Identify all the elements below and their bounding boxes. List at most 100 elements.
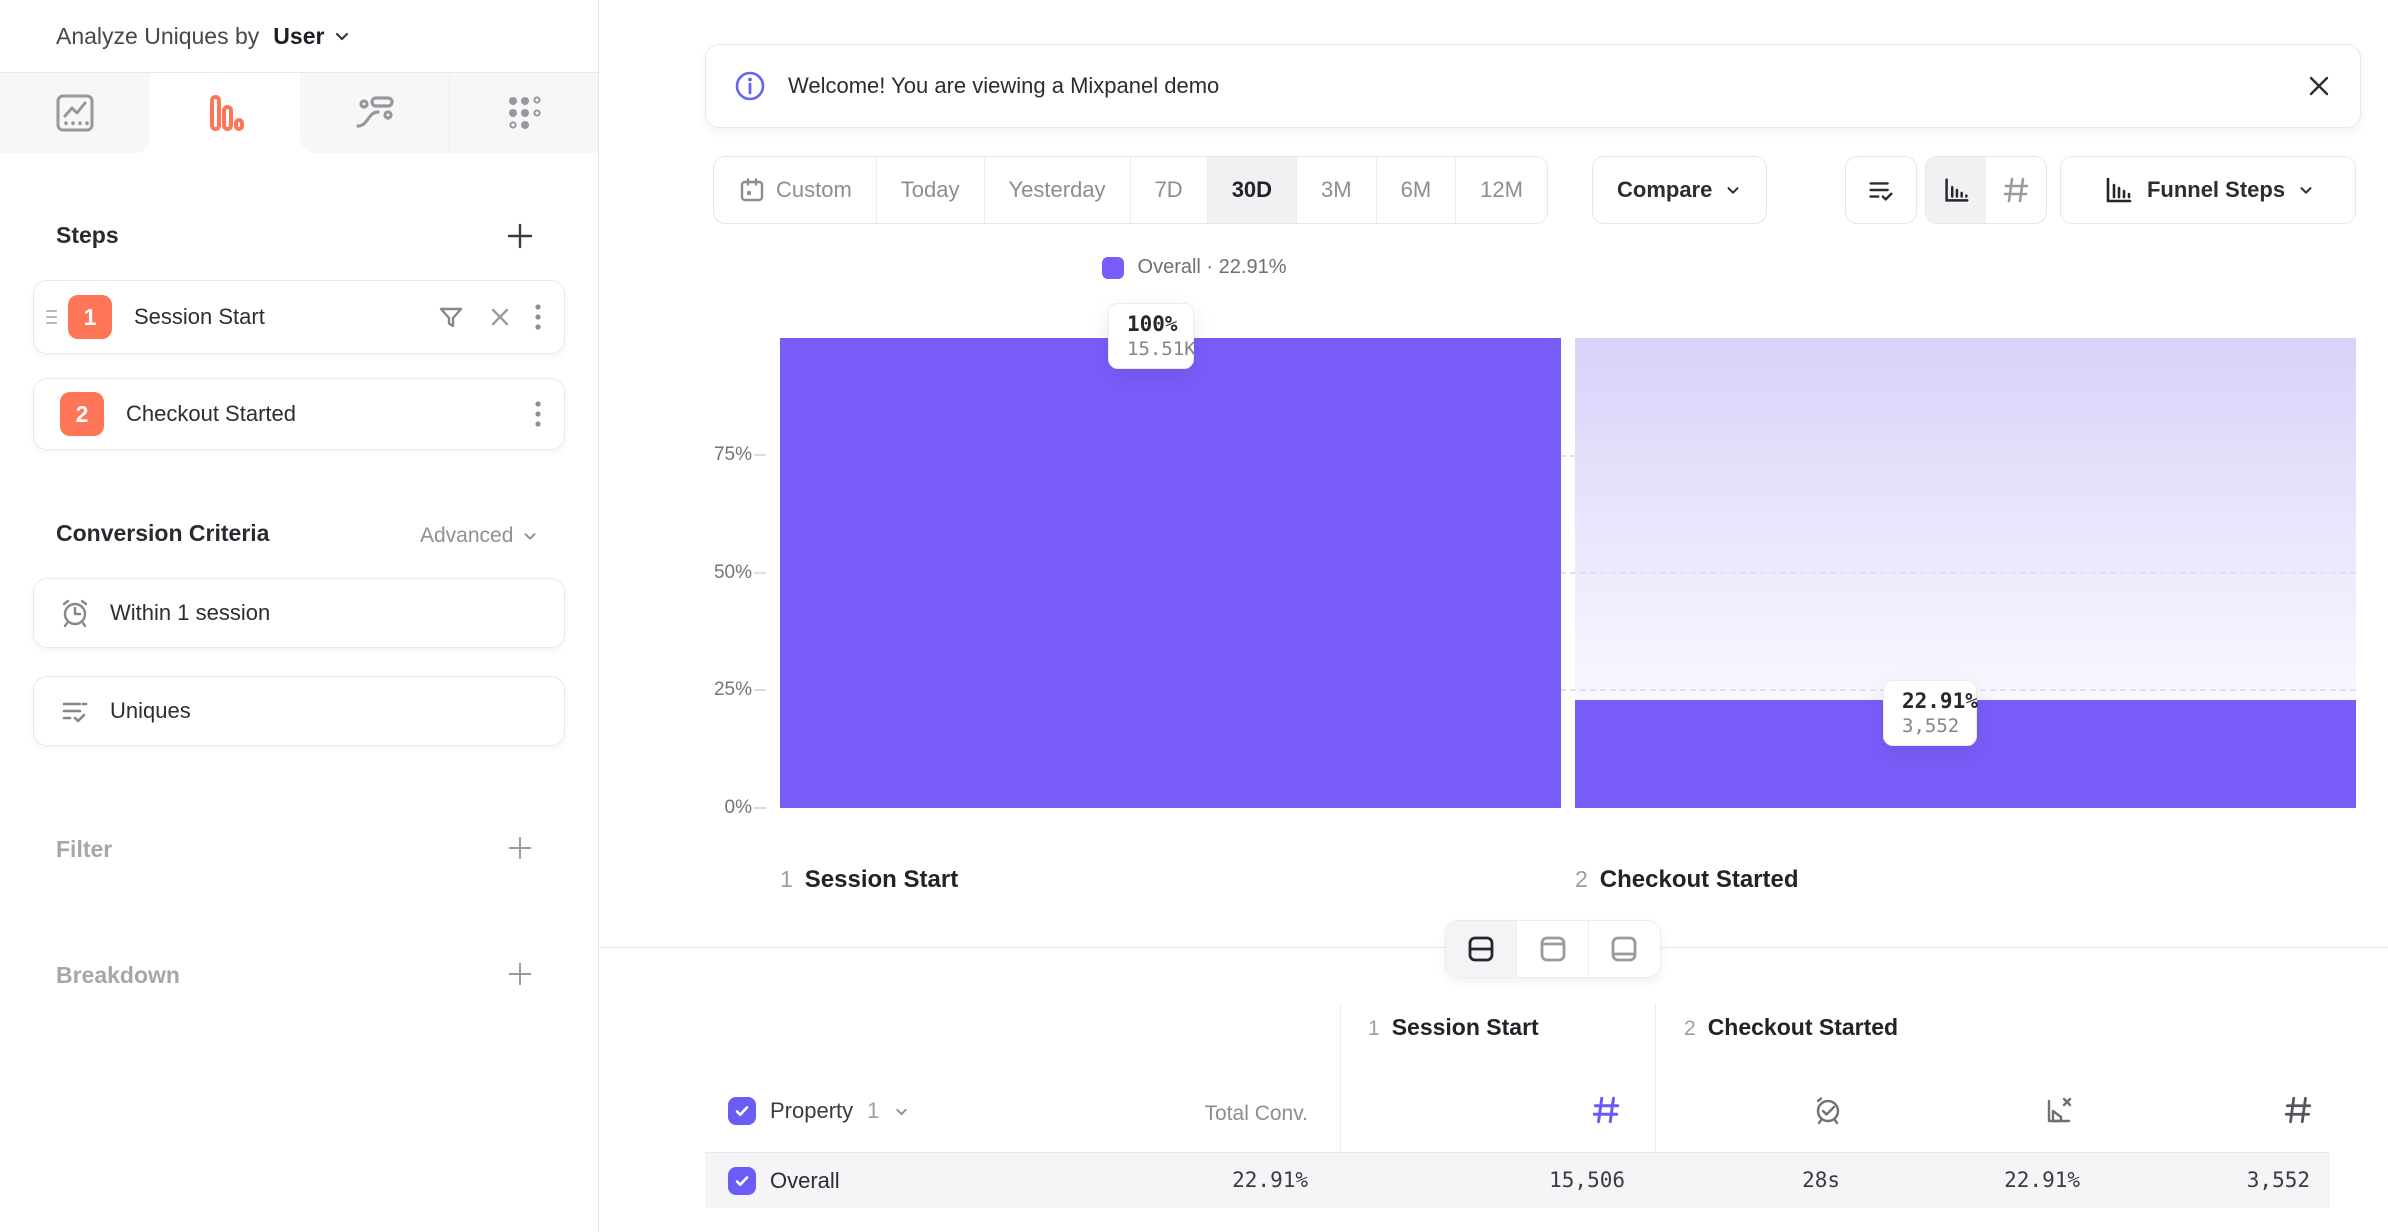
- group-name: Session Start: [1392, 1014, 1539, 1041]
- metrics-list-button[interactable]: [1845, 156, 1917, 224]
- toggle-number-view[interactable]: [1986, 157, 2046, 223]
- count-metric-icon-session[interactable]: [1590, 1094, 1622, 1126]
- add-step-button[interactable]: [502, 218, 538, 254]
- step-kebab-icon[interactable]: [534, 398, 542, 430]
- avg-time-icon[interactable]: [1811, 1093, 1845, 1127]
- sidebar: Analyze Uniques by User: [0, 0, 600, 1232]
- property-column-label[interactable]: Property: [770, 1098, 853, 1124]
- sidebar-divider: [598, 0, 599, 1232]
- range-label: Today: [901, 177, 960, 203]
- chevron-down-icon: [332, 26, 352, 46]
- conversion-criteria-title: Conversion Criteria: [56, 520, 269, 547]
- filter-section-title: Filter: [56, 836, 112, 863]
- value-display-toggle: [1925, 156, 2047, 224]
- row-checkbox[interactable]: [728, 1167, 756, 1195]
- step-card-1[interactable]: 1 Session Start: [33, 280, 565, 354]
- legend-label: Overall · 22.91%: [1138, 256, 1287, 279]
- bar-chart-icon: [1940, 174, 1972, 206]
- layout-split-view-button[interactable]: [1446, 921, 1517, 977]
- axis-tickmark: [754, 572, 766, 574]
- row-count: 3,552: [2165, 1168, 2310, 1192]
- drag-handle-icon[interactable]: [44, 306, 62, 328]
- range-label: 3M: [1321, 177, 1352, 203]
- funnel-steps-label: Funnel Steps: [2147, 177, 2285, 203]
- add-filter-button[interactable]: [502, 830, 538, 866]
- calendar-icon: [738, 176, 766, 204]
- step-name: Session Start: [805, 866, 958, 894]
- conversion-window-card[interactable]: Within 1 session: [33, 578, 565, 648]
- retention-grid-icon: [501, 90, 547, 136]
- alarm-clock-icon: [58, 596, 92, 630]
- banner-message: Welcome! You are viewing a Mixpanel demo: [788, 73, 2284, 99]
- step-name: Checkout Started: [1600, 866, 1799, 894]
- range-30d[interactable]: 30D: [1208, 157, 1297, 223]
- table-row-overall[interactable]: Overall 22.91% 15,506 28s 22.91% 3,552: [705, 1152, 2330, 1208]
- compare-button[interactable]: Compare: [1592, 156, 1767, 224]
- range-today[interactable]: Today: [877, 157, 985, 223]
- tooltip-count: 15.51K: [1127, 338, 1175, 360]
- layout-table-only-button[interactable]: [1589, 921, 1660, 977]
- range-6m[interactable]: 6M: [1377, 157, 1457, 223]
- steps-section-title: Steps: [56, 222, 119, 249]
- group-number: 2: [1684, 1017, 1696, 1041]
- range-3m[interactable]: 3M: [1297, 157, 1377, 223]
- range-label: 7D: [1155, 177, 1183, 203]
- tab-flows[interactable]: [300, 73, 449, 153]
- counting-method-card[interactable]: Uniques: [33, 676, 565, 746]
- analyze-entity-value: User: [273, 23, 324, 50]
- bar-value-tooltip: 22.91% 3,552: [1883, 680, 1977, 746]
- remove-step-icon[interactable]: [486, 303, 514, 331]
- funnel-bar-session-start[interactable]: [780, 338, 1561, 808]
- range-label: Yesterday: [1009, 177, 1106, 203]
- funnel-chart-icon: [2101, 173, 2135, 207]
- step-filter-icon[interactable]: [436, 302, 466, 332]
- analyze-header: Analyze Uniques by User: [56, 16, 352, 56]
- bar-value-tooltip: 100% 15.51K: [1108, 303, 1194, 369]
- funnel-chart-plot: [780, 338, 2356, 808]
- legend-item-overall[interactable]: Overall · 22.91%: [1102, 256, 1287, 279]
- tooltip-percent: 100%: [1127, 312, 1175, 336]
- add-breakdown-button[interactable]: [502, 956, 538, 992]
- advanced-dropdown[interactable]: Advanced: [420, 524, 539, 548]
- tab-insights[interactable]: [0, 73, 150, 153]
- total-conv-column-label[interactable]: Total Conv.: [1105, 1102, 1308, 1126]
- funnel-steps-dropdown[interactable]: Funnel Steps: [2060, 156, 2356, 224]
- property-number: 1: [867, 1098, 879, 1124]
- tooltip-percent: 22.91%: [1902, 689, 1958, 713]
- mixpanel-funnel-app: Analyze Uniques by User: [0, 0, 2388, 1232]
- chevron-down-icon: [2297, 181, 2315, 199]
- x-axis-step-label-2: 2 Checkout Started: [1575, 866, 1799, 894]
- layout-chart-only-button[interactable]: [1517, 921, 1588, 977]
- range-yesterday[interactable]: Yesterday: [985, 157, 1131, 223]
- tooltip-count: 3,552: [1902, 715, 1958, 737]
- analyze-prefix-label: Analyze Uniques by: [56, 23, 259, 50]
- range-12m[interactable]: 12M: [1456, 157, 1547, 223]
- tab-funnels[interactable]: [150, 73, 300, 153]
- flows-icon: [352, 90, 398, 136]
- step-kebab-icon[interactable]: [534, 301, 542, 333]
- y-axis-tick-75: 75%: [672, 444, 752, 466]
- report-type-tabs: [0, 72, 598, 153]
- analyze-entity-picker[interactable]: User: [273, 23, 352, 50]
- count-metric-icon-checkout[interactable]: [2282, 1094, 2314, 1126]
- range-custom[interactable]: Custom: [714, 157, 877, 223]
- toggle-bar-view[interactable]: [1926, 157, 1986, 223]
- welcome-banner: Welcome! You are viewing a Mixpanel demo: [705, 44, 2361, 128]
- chart-legend: Overall · 22.91%: [0, 256, 2388, 279]
- table-group-header-2: 2 Checkout Started: [1684, 1014, 1898, 1041]
- select-all-checkbox[interactable]: [728, 1097, 756, 1125]
- x-axis-step-label-1: 1 Session Start: [780, 866, 958, 894]
- step-card-2[interactable]: 2 Checkout Started: [33, 378, 565, 450]
- conversion-rate-chart-icon[interactable]: [2041, 1093, 2075, 1127]
- row-total-conv: 22.91%: [1105, 1168, 1308, 1192]
- range-7d[interactable]: 7D: [1131, 157, 1208, 223]
- range-label: 30D: [1232, 177, 1272, 203]
- tab-retention[interactable]: [449, 73, 598, 153]
- compare-label: Compare: [1617, 177, 1712, 203]
- chevron-down-icon[interactable]: [893, 1103, 910, 1120]
- axis-tickmark: [754, 807, 766, 809]
- y-axis-tick-25: 25%: [672, 679, 752, 701]
- step-number: 2: [1575, 866, 1588, 893]
- range-label: 12M: [1480, 177, 1523, 203]
- banner-close-icon[interactable]: [2306, 73, 2332, 99]
